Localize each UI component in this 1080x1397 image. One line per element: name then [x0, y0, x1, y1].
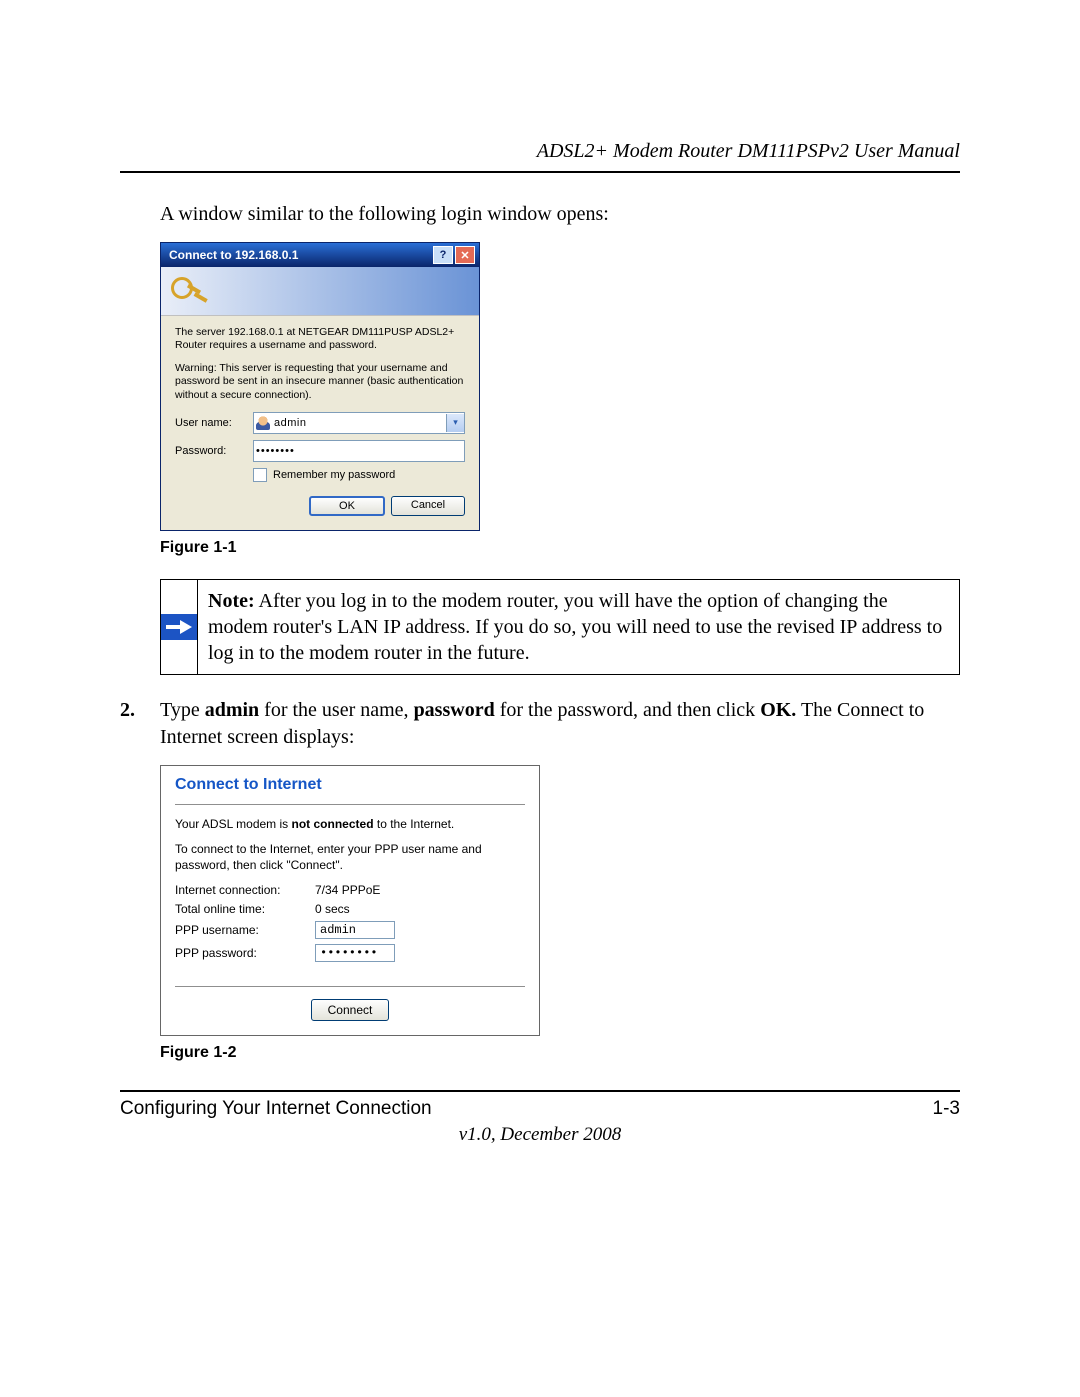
step-2: 2. Type admin for the user name, passwor…	[120, 697, 960, 751]
help-button[interactable]: ?	[433, 246, 453, 264]
t: Your ADSL modem is	[175, 817, 292, 831]
internet-connection-label: Internet connection:	[175, 883, 315, 897]
username-label: User name:	[175, 417, 253, 429]
note-prefix: Note:	[208, 590, 255, 612]
t: password	[414, 699, 495, 721]
connect-button[interactable]: Connect	[311, 999, 390, 1021]
t: OK.	[760, 699, 796, 721]
ppp-password-input[interactable]: ••••••••	[315, 944, 395, 962]
total-online-time-label: Total online time:	[175, 902, 315, 916]
ppp-username-label: PPP username:	[175, 923, 315, 937]
dialog-banner	[161, 267, 479, 316]
t: to the Internet.	[374, 817, 455, 831]
warning-message: Warning: This server is requesting that …	[175, 362, 465, 401]
cti-status: Your ADSL modem is not connected to the …	[175, 817, 525, 833]
remember-label: Remember my password	[273, 469, 395, 481]
t: not connected	[292, 817, 374, 831]
login-dialog: Connect to 192.168.0.1 ? ✕ The server 19…	[160, 242, 480, 531]
footer-section: Configuring Your Internet Connection	[120, 1098, 432, 1120]
close-button[interactable]: ✕	[455, 246, 475, 264]
divider	[175, 804, 525, 805]
footer-page-number: 1-3	[933, 1098, 960, 1120]
keys-icon	[171, 275, 203, 307]
server-message: The server 192.168.0.1 at NETGEAR DM111P…	[175, 326, 465, 352]
username-combobox[interactable]: admin ▾	[253, 412, 465, 434]
user-icon	[256, 416, 270, 430]
footer-version: v1.0, December 2008	[120, 1124, 960, 1146]
footer-rule	[120, 1090, 960, 1092]
t: for the password, and then click	[495, 699, 760, 721]
dialog-titlebar: Connect to 192.168.0.1 ? ✕	[161, 243, 479, 267]
password-input[interactable]: ••••••••	[253, 440, 465, 462]
figure-2-caption: Figure 1-2	[160, 1044, 960, 1062]
page-header-title: ADSL2+ Modem Router DM111PSPv2 User Manu…	[120, 140, 960, 163]
note-text: Note: After you log in to the modem rout…	[198, 580, 959, 674]
note-box: Note: After you log in to the modem rout…	[160, 579, 960, 675]
dialog-title: Connect to 192.168.0.1	[169, 248, 431, 262]
header-rule	[120, 171, 960, 173]
total-online-time-value: 0 secs	[315, 902, 525, 916]
intro-text: A window similar to the following login …	[160, 201, 960, 228]
step-number: 2.	[120, 697, 160, 751]
ok-button[interactable]: OK	[309, 496, 385, 516]
remember-password-checkbox[interactable]: Remember my password	[253, 468, 465, 482]
t: for the user name,	[259, 699, 413, 721]
cti-instruction: To connect to the Internet, enter your P…	[175, 842, 525, 873]
ppp-password-label: PPP password:	[175, 946, 315, 960]
password-label: Password:	[175, 445, 253, 457]
note-body: After you log in to the modem router, yo…	[208, 590, 942, 664]
step-text: Type admin for the user name, password f…	[160, 697, 960, 751]
username-value: admin	[274, 417, 446, 429]
t: Type	[160, 699, 205, 721]
figure-1-caption: Figure 1-1	[160, 539, 960, 557]
arrow-right-icon	[161, 614, 197, 640]
checkbox-box	[253, 468, 267, 482]
password-value: ••••••••	[256, 445, 462, 457]
cti-title: Connect to Internet	[175, 776, 525, 802]
note-icon-cell	[161, 580, 198, 674]
chevron-down-icon[interactable]: ▾	[446, 414, 464, 432]
internet-connection-value: 7/34 PPPoE	[315, 883, 525, 897]
t: admin	[205, 699, 259, 721]
ppp-username-input[interactable]: admin	[315, 921, 395, 939]
connect-to-internet-panel: Connect to Internet Your ADSL modem is n…	[160, 765, 540, 1037]
cancel-button[interactable]: Cancel	[391, 496, 465, 516]
